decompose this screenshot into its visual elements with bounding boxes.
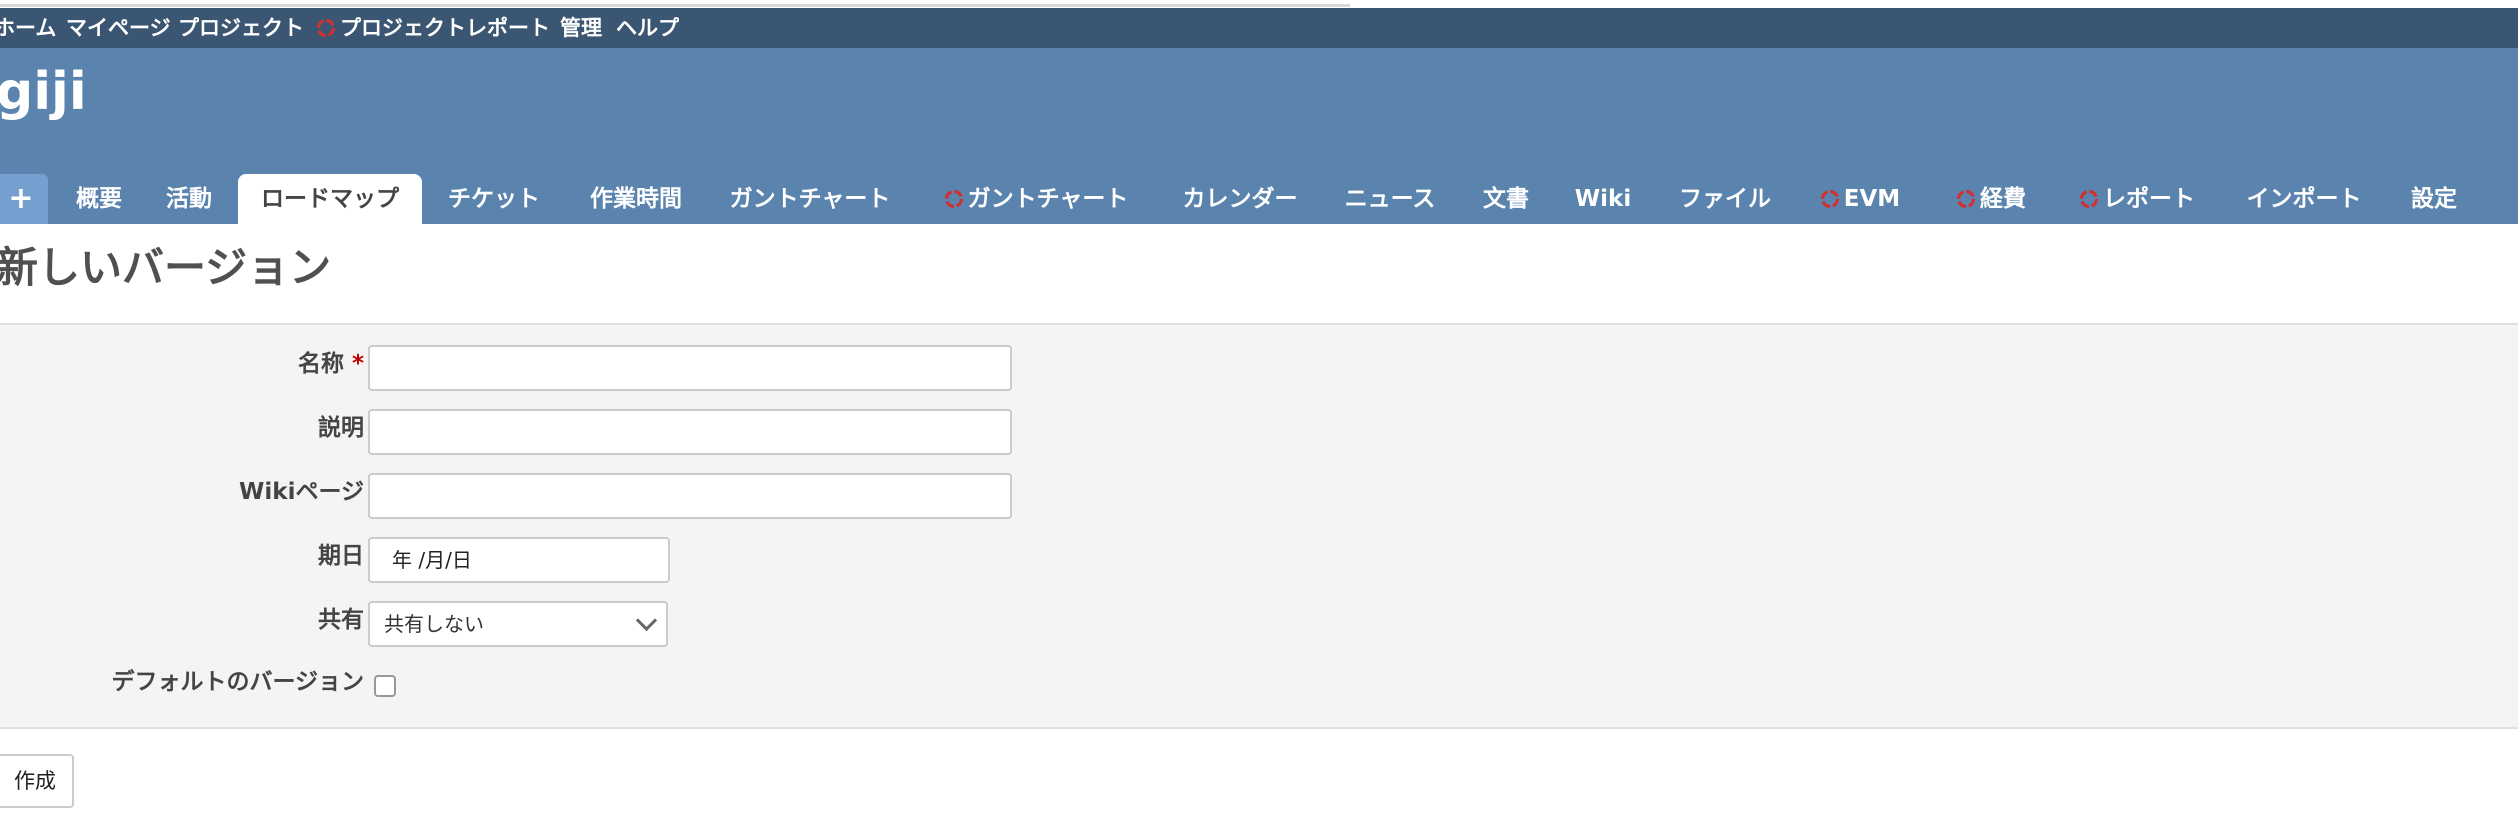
tab-calendar[interactable]: カレンダー	[1178, 174, 1302, 224]
tab-import[interactable]: インポート	[2240, 174, 2368, 224]
tab-expenses[interactable]: 経費	[1946, 174, 2036, 224]
name-label: 名称 *	[298, 348, 364, 380]
due-date-label: 期日	[318, 543, 364, 569]
window-edge	[0, 0, 2518, 8]
required-mark: *	[351, 351, 364, 377]
wiki-page-label: Wikiページ	[239, 479, 364, 505]
tab-gantt-plugin-label: ガントチャート	[967, 186, 1129, 212]
name-label-text: 名称	[297, 351, 344, 377]
top-menu-project-report-label: プロジェクトレポート	[340, 16, 550, 40]
tab-reports[interactable]: レポート	[2070, 174, 2204, 224]
top-menu-my-page[interactable]: マイページ	[66, 8, 171, 48]
tab-activity[interactable]: 活動	[160, 174, 218, 224]
tab-evm[interactable]: EVM	[1812, 174, 1908, 224]
description-label: 説明	[318, 415, 364, 441]
version-form: 名称 * 説明 Wikiページ 期日 年 /月/日 共有 共有しない デフォルトの…	[0, 323, 2518, 729]
sharing-label: 共有	[318, 607, 364, 633]
page-title: 新しいバージョン	[0, 243, 332, 292]
header: giji + 概要 活動 ロードマップ チケット 作業時間 ガントチャート ガン…	[0, 48, 2518, 224]
tab-gantt[interactable]: ガントチャート	[724, 174, 896, 224]
tab-wiki[interactable]: Wiki	[1570, 174, 1636, 224]
description-input[interactable]	[368, 409, 1012, 455]
tab-documents[interactable]: 文書	[1478, 174, 1534, 224]
tab-roadmap[interactable]: ロードマップ	[238, 174, 422, 224]
redmine-icon	[316, 18, 336, 38]
new-object-button[interactable]: +	[0, 174, 48, 224]
default-version-checkbox[interactable]	[374, 675, 396, 697]
top-menu-admin[interactable]: 管理	[560, 8, 602, 48]
name-input[interactable]	[368, 345, 1012, 391]
tab-gantt-plugin[interactable]: ガントチャート	[934, 174, 1138, 224]
due-date-input[interactable]: 年 /月/日	[368, 537, 670, 583]
redmine-icon	[1956, 189, 1976, 209]
tab-settings[interactable]: 設定	[2404, 174, 2464, 224]
redmine-icon	[944, 189, 963, 209]
top-menu: ホーム マイページ プロジェクト プロジェクトレポート 管理 ヘルプ	[0, 8, 2518, 48]
redmine-icon	[1820, 189, 1839, 209]
tab-reports-label: レポート	[2103, 186, 2195, 212]
redmine-icon	[2079, 189, 2099, 209]
chevron-down-icon	[635, 609, 658, 632]
tab-time-entries[interactable]: 作業時間	[584, 174, 688, 224]
wiki-page-input[interactable]	[368, 473, 1012, 519]
top-menu-help[interactable]: ヘルプ	[616, 8, 679, 48]
sharing-selected-value: 共有しない	[384, 612, 484, 636]
tab-overview[interactable]: 概要	[70, 174, 128, 224]
top-menu-project-report[interactable]: プロジェクトレポート	[316, 8, 550, 48]
default-version-label: デフォルトのバージョン	[111, 669, 364, 695]
create-button[interactable]: 作成	[0, 754, 74, 808]
tab-evm-label: EVM	[1843, 186, 1901, 212]
tab-expenses-label: 経費	[1980, 186, 2026, 212]
tab-files[interactable]: ファイル	[1674, 174, 1776, 224]
sharing-select[interactable]: 共有しない	[368, 601, 668, 647]
tab-issues[interactable]: チケット	[442, 174, 546, 224]
tab-news[interactable]: ニュース	[1342, 174, 1438, 224]
top-menu-projects[interactable]: プロジェクト	[178, 8, 304, 48]
project-title[interactable]: giji	[0, 60, 87, 124]
top-menu-home[interactable]: ホーム	[0, 8, 56, 48]
